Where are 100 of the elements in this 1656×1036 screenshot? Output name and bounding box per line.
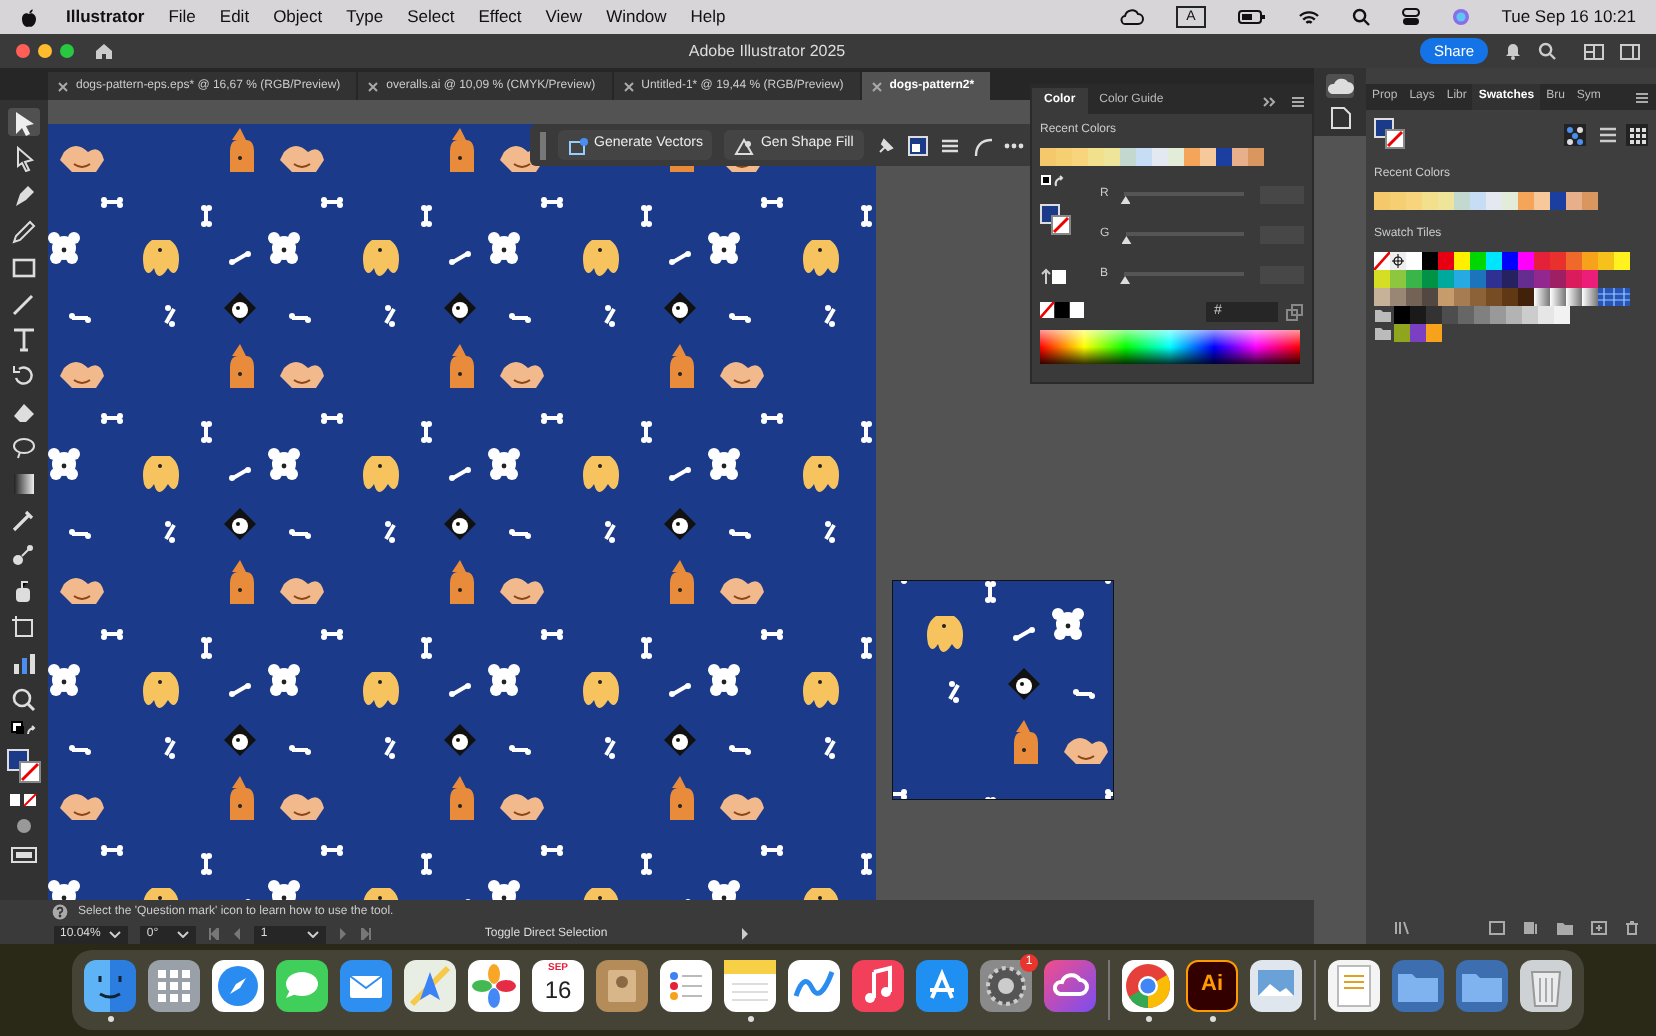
color-swatch[interactable] [1598,252,1614,270]
none-swatch[interactable] [1374,252,1390,270]
color-swatch[interactable] [1486,252,1502,270]
color-swatch[interactable] [1216,148,1232,166]
color-swatch[interactable] [1394,306,1410,324]
color-swatch[interactable] [1470,192,1486,210]
chart-icon[interactable] [8,648,40,676]
color-swatch[interactable] [1426,324,1442,342]
folder-icon[interactable] [1456,959,1508,1011]
color-mode-icon[interactable] [8,792,40,808]
color-swatch[interactable] [1470,288,1486,306]
show-kinds-icon[interactable] [1488,920,1506,936]
color-swatch[interactable] [1506,306,1522,324]
color-swatch[interactable] [1394,324,1410,342]
color-swatch[interactable] [1470,252,1486,270]
color-swatch[interactable] [1454,270,1470,288]
color-swatch[interactable] [1566,252,1582,270]
close-icon[interactable] [871,81,882,91]
music-note-icon[interactable] [852,959,904,1011]
fill-swatch[interactable] [907,135,928,155]
fill-stroke-swatch[interactable] [6,748,42,784]
compass-icon[interactable] [212,959,264,1011]
app-menu[interactable]: Illustrator [54,4,157,30]
panel-icon[interactable] [1620,43,1641,59]
color-swatch[interactable] [1390,288,1406,306]
menu-item[interactable]: Type [334,4,396,30]
color-swatch[interactable] [1390,192,1406,210]
color-swatch[interactable] [1486,270,1502,288]
default-colors-icon[interactable] [8,720,40,740]
color-swatch[interactable] [1406,192,1422,210]
color-swatch[interactable] [1518,270,1534,288]
layout-icon[interactable] [1584,43,1605,59]
close-button[interactable] [16,44,30,58]
color-swatch[interactable] [1200,148,1216,166]
color-swatch[interactable] [1374,192,1390,210]
color-swatch[interactable] [1422,288,1438,306]
default-colors-icon[interactable] [1040,174,1068,188]
menu-item[interactable]: Effect [466,4,534,30]
last-artboard-icon[interactable] [360,928,373,940]
color-swatch[interactable] [1554,306,1570,324]
search-icon[interactable] [1538,42,1557,60]
fill-stroke-swatch[interactable] [1374,118,1406,150]
slider-thumb[interactable] [1120,196,1131,204]
notepad-icon[interactable] [724,959,776,1011]
swap-swatch[interactable] [1040,268,1068,286]
color-swatch[interactable] [1406,288,1422,306]
swatch-options-icon[interactable] [1564,123,1586,145]
color-swatch[interactable] [1518,252,1534,270]
color-swatch[interactable] [1454,192,1470,210]
wifi-icon[interactable] [1297,9,1320,25]
list-view-icon[interactable] [1598,125,1618,143]
color-swatch[interactable] [1104,148,1120,166]
color-swatch[interactable] [1582,270,1598,288]
color-swatch[interactable] [1410,306,1426,324]
grip-icon[interactable] [540,131,546,159]
color-swatch[interactable] [1374,270,1390,288]
color-swatch[interactable] [1582,252,1598,270]
gradient-swatch[interactable] [1582,288,1598,306]
gradient-swatch[interactable] [1534,288,1550,306]
chrome-icon[interactable] [1122,959,1174,1011]
quick-swatches[interactable] [1040,302,1084,318]
search-icon[interactable] [1351,8,1370,26]
collapse-icon[interactable] [1262,96,1278,108]
document-icon[interactable] [1328,959,1380,1011]
cloud-icon[interactable] [1044,959,1096,1011]
folder-icon[interactable] [1392,959,1444,1011]
slider-thumb[interactable] [1120,276,1131,284]
color-swatch[interactable] [1410,324,1426,342]
bell-icon[interactable] [1504,42,1523,60]
fill-stroke-swatch[interactable] [1040,204,1072,236]
text-icon[interactable] [8,324,40,352]
color-swatch[interactable] [1056,148,1072,166]
color-swatch[interactable] [1454,288,1470,306]
folder-icon[interactable] [1556,920,1574,936]
color-swatch[interactable] [1184,148,1200,166]
next-artboard-icon[interactable] [338,928,349,940]
color-swatch[interactable] [1232,148,1248,166]
color-swatch[interactable] [1534,252,1550,270]
color-swatch[interactable] [1486,192,1502,210]
menu-item[interactable]: Window [594,4,679,30]
pattern-swatch[interactable] [1598,288,1630,306]
color-swatch[interactable] [1136,148,1152,166]
color-swatch[interactable] [1550,270,1566,288]
checklist-icon[interactable] [660,959,712,1011]
pin-icon[interactable] [875,135,896,155]
menu-icon[interactable] [1290,96,1306,108]
out-of-gamut-icon[interactable] [1286,303,1304,321]
map-icon[interactable] [404,959,456,1011]
envelope-icon[interactable] [340,959,392,1011]
app-store-icon[interactable] [916,959,968,1011]
color-swatch[interactable] [1406,270,1422,288]
color-swatch[interactable] [1152,148,1168,166]
control-center-icon[interactable] [1401,8,1420,26]
color-swatch[interactable] [1422,252,1438,270]
color-swatch[interactable] [1438,270,1454,288]
minimize-button[interactable] [38,44,52,58]
color-spectrum[interactable] [1040,330,1300,364]
illustrator-app-icon[interactable]: Ai [1186,959,1238,1011]
color-swatch[interactable] [1522,306,1538,324]
color-swatch[interactable] [1502,288,1518,306]
